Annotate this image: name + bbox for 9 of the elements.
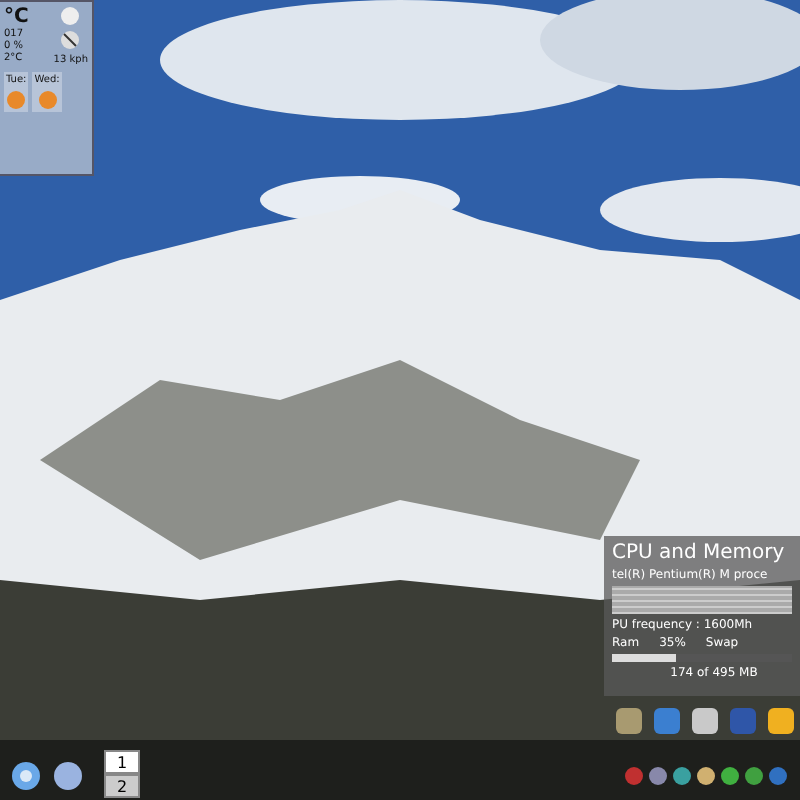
app-icon[interactable]	[614, 706, 644, 736]
app-icon[interactable]	[652, 706, 682, 736]
app-icon[interactable]	[766, 706, 796, 736]
compass-icon	[60, 30, 81, 50]
widget-title: CPU and Memory	[612, 542, 787, 564]
app-icon[interactable]	[690, 706, 720, 736]
temperature: °C	[4, 6, 29, 28]
desktop-button[interactable]: 1	[104, 750, 140, 774]
desktop-button[interactable]: 2	[104, 774, 140, 798]
